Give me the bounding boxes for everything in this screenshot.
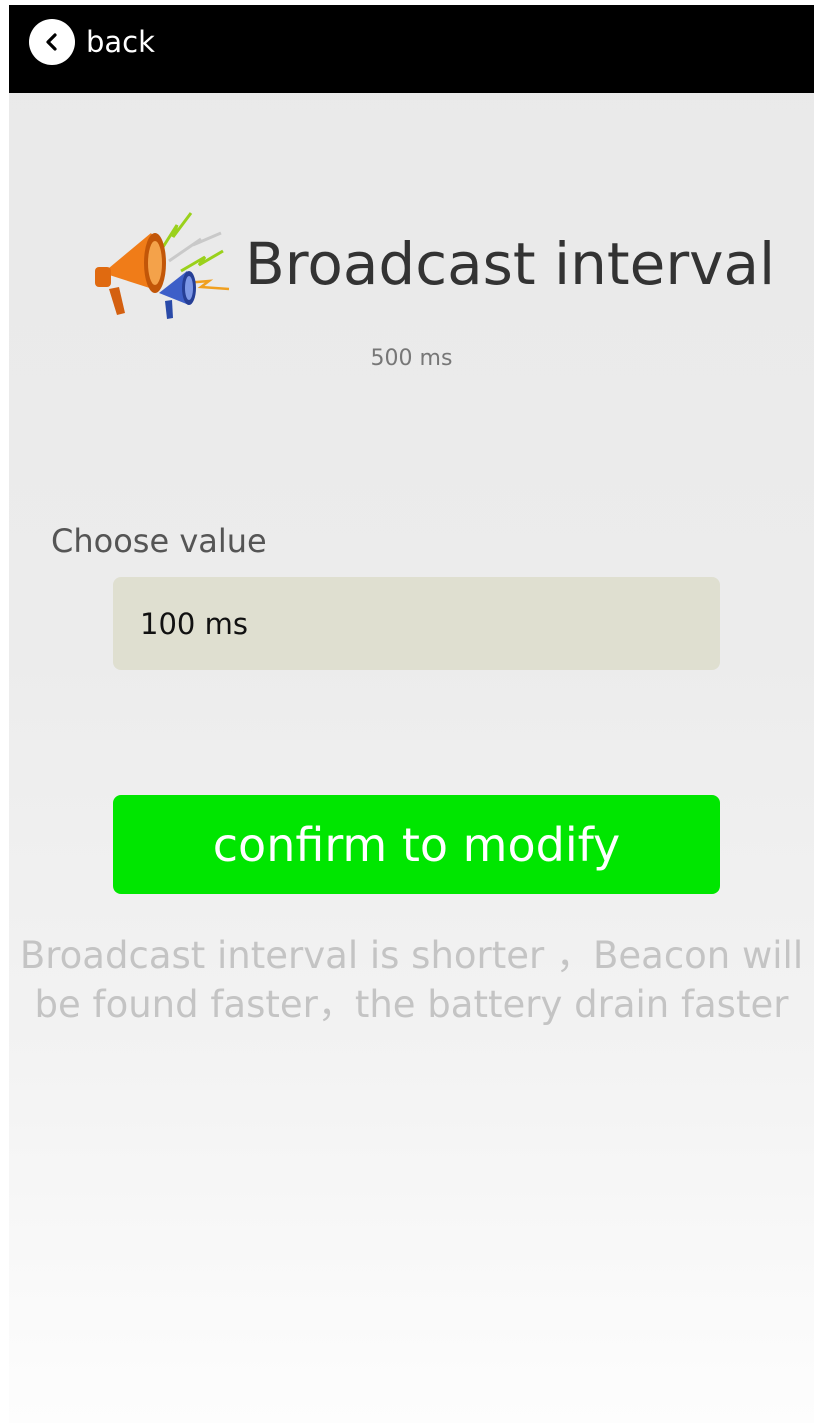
top-bar: back <box>9 5 814 93</box>
screen: back Broadcast interval 500 ms Choose va… <box>9 5 814 1423</box>
confirm-button[interactable]: confirm to modify <box>113 795 720 894</box>
hint-line-2: be found faster，the battery drain faster <box>34 983 789 1026</box>
hint-text: Broadcast interval is shorter ，Beacon wi… <box>19 931 804 1029</box>
current-value: 500 ms <box>370 346 453 371</box>
hint-line-1: Broadcast interval is shorter ，Beacon wi… <box>19 934 804 977</box>
page-title: Broadcast interval <box>245 230 776 298</box>
chevron-left-icon <box>46 33 57 51</box>
header-row: Broadcast interval <box>89 205 775 323</box>
selected-value: 100 ms <box>140 606 248 641</box>
choose-value-label: Choose value <box>51 522 267 560</box>
confirm-button-label: confirm to modify <box>212 817 621 872</box>
back-label: back <box>86 25 155 59</box>
value-select[interactable]: 100 ms <box>113 577 720 670</box>
megaphone-icon <box>95 212 230 319</box>
back-button[interactable]: back <box>29 19 155 65</box>
back-circle <box>29 19 75 65</box>
